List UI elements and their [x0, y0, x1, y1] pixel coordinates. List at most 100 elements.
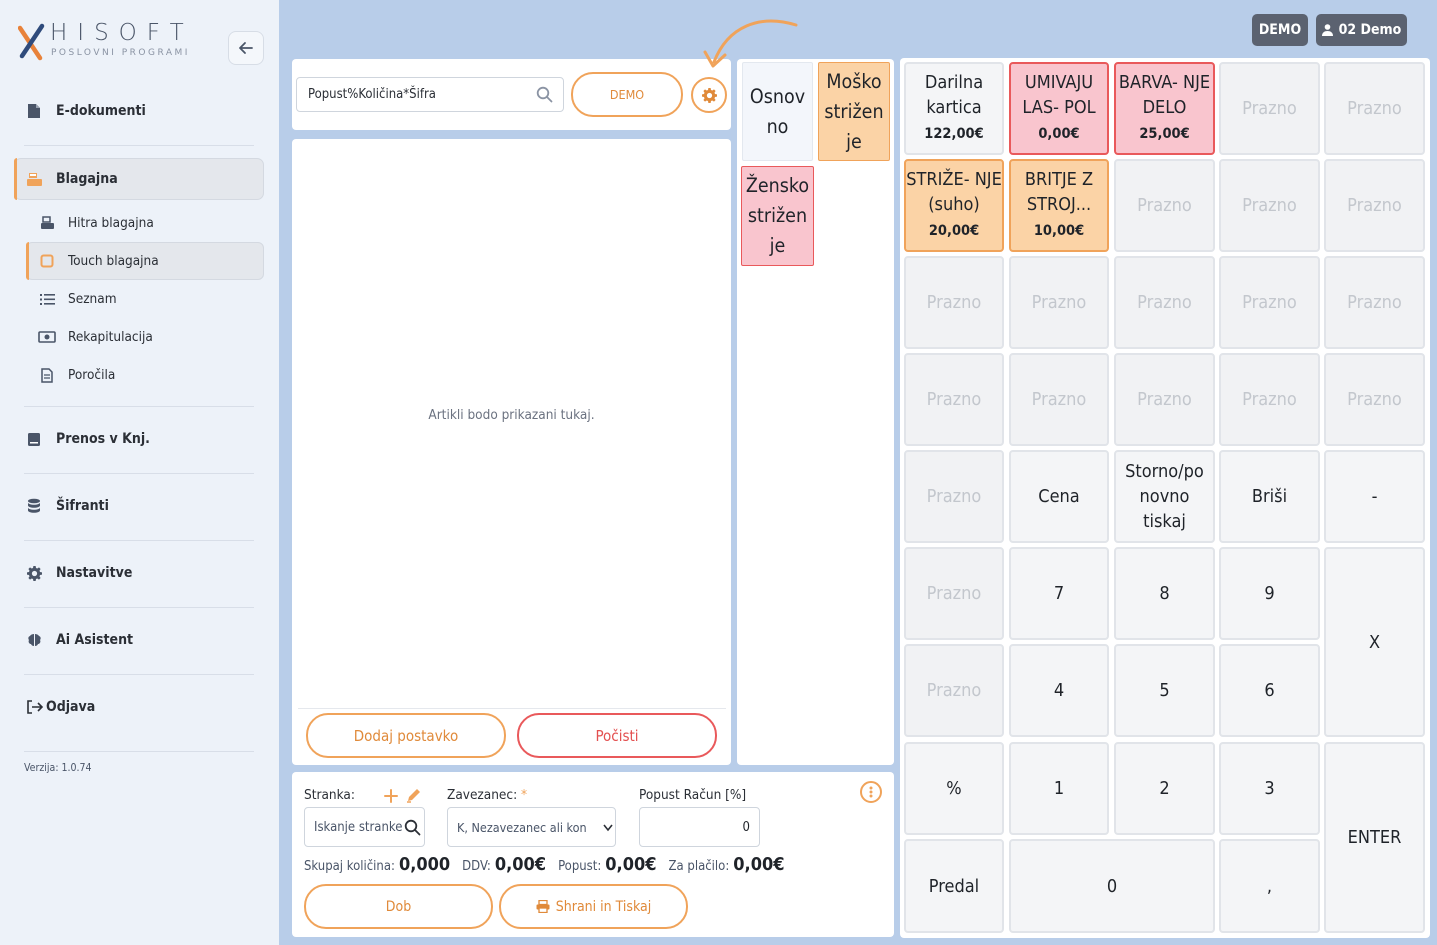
digit-0-key[interactable]: 0 [1009, 839, 1215, 933]
settings-button[interactable] [691, 77, 727, 113]
comma-key[interactable]: , [1219, 839, 1320, 933]
user-icon [1321, 24, 1333, 36]
taxpayer-value: K, Nezavezanec ali kon [457, 819, 587, 835]
category-zensko-strizenje[interactable]: Žensko strižen je [741, 166, 814, 266]
user-label: 02 Demo [1338, 22, 1402, 38]
product-barvanje-delo[interactable]: BARVA- NJE DELO 25,00€ [1114, 62, 1215, 155]
storno-label: Storno/po novno tiskaj [1125, 461, 1204, 532]
digit-1-key[interactable]: 1 [1009, 742, 1109, 835]
subitem-label: Seznam [68, 291, 117, 307]
digit-7-key[interactable]: 7 [1009, 547, 1109, 640]
category-osnovno[interactable]: Osnov no [742, 62, 813, 161]
collapse-sidebar-button[interactable] [228, 31, 264, 65]
discount-label: Popust Račun [%] [639, 787, 747, 803]
user-badge[interactable]: 02 Demo [1316, 14, 1407, 46]
empty-slot[interactable]: Prazno [1114, 256, 1215, 349]
digit-5-key[interactable]: 5 [1114, 644, 1215, 737]
product-strizenje-suho[interactable]: STRIŽE- NJE (suho) 20,00€ [904, 159, 1004, 252]
empty-slot[interactable]: Prazno [1324, 62, 1425, 155]
empty-slot-label: Prazno [1031, 292, 1087, 313]
demo-button[interactable]: DEMO [571, 72, 683, 117]
discount-total-label: Popust: [558, 859, 602, 874]
enter-key[interactable]: ENTER [1324, 742, 1425, 933]
document-icon [24, 103, 44, 119]
sidebar-subitem-hitra-blagajna[interactable]: Hitra blagajna [38, 208, 154, 238]
sidebar-item-odjava[interactable]: Odjava [24, 689, 95, 725]
cash-drawer-button[interactable]: Predal [904, 839, 1004, 933]
empty-slot[interactable]: Prazno [1324, 353, 1425, 446]
company-badge[interactable]: DEMO [1252, 14, 1308, 46]
product-price: 10,00€ [1033, 223, 1085, 239]
sidebar-item-label: Šifranti [56, 498, 109, 514]
empty-slot[interactable]: Prazno [904, 547, 1004, 640]
save-print-button[interactable]: Shrani in Tiskaj [499, 884, 688, 929]
minus-label: - [1371, 486, 1378, 507]
category-mosko-strizenje[interactable]: Moško strižen je [818, 62, 890, 161]
add-item-button[interactable]: Dodaj postavko [306, 713, 506, 758]
empty-slot[interactable]: Prazno [1219, 256, 1320, 349]
digit-label: 5 [1159, 680, 1170, 701]
price-button[interactable]: Cena [1009, 450, 1109, 543]
empty-slot[interactable]: Prazno [1114, 159, 1215, 252]
empty-slot[interactable]: Prazno [904, 256, 1004, 349]
multiply-key[interactable]: X [1324, 547, 1425, 737]
empty-slot[interactable]: Prazno [1114, 353, 1215, 446]
sidebar-item-prenos[interactable]: Prenos v Knj. [24, 421, 150, 457]
sidebar-item-nastavitve[interactable]: Nastavitve [24, 555, 132, 591]
digit-label: 6 [1264, 680, 1275, 701]
empty-slot[interactable]: Prazno [904, 644, 1004, 737]
discount-total-value: 0,00€ [605, 854, 657, 875]
digit-2-key[interactable]: 2 [1114, 742, 1215, 835]
digit-9-key[interactable]: 9 [1219, 547, 1320, 640]
delete-button[interactable]: Briši [1219, 450, 1320, 543]
empty-slot[interactable]: Prazno [1009, 256, 1109, 349]
add-customer-icon[interactable] [384, 789, 398, 803]
sidebar-subitem-rekapitulacija[interactable]: Rekapitulacija [38, 322, 153, 352]
discount-input[interactable]: 0 [639, 807, 760, 847]
sidebar-item-ai-asistent[interactable]: Ai Asistent [24, 622, 133, 658]
sidebar-subitem-porocila[interactable]: Poročila [38, 360, 115, 390]
product-umivanje-las[interactable]: UMIVAJU LAS- POL 0,00€ [1009, 62, 1109, 155]
empty-slot[interactable]: Prazno [1009, 353, 1109, 446]
list-icon [38, 293, 56, 306]
percent-key[interactable]: % [904, 742, 1004, 835]
empty-slot[interactable]: Prazno [1324, 159, 1425, 252]
empty-slot-label: Prazno [1242, 195, 1297, 216]
subitem-label: Rekapitulacija [68, 329, 153, 345]
edit-customer-icon[interactable] [405, 787, 422, 804]
product-darilna-kartica[interactable]: Darilna kartica 122,00€ [904, 62, 1004, 155]
empty-slot[interactable]: Prazno [1219, 62, 1320, 155]
customer-search-input[interactable]: Iskanje stranke [304, 807, 425, 847]
article-search-input[interactable]: Popust%Količina*Šifra [296, 77, 564, 112]
dob-button[interactable]: Dob [304, 884, 493, 929]
chevron-down-icon [603, 824, 613, 832]
taxpayer-select[interactable]: K, Nezavezanec ali kon [447, 807, 616, 847]
more-options-button[interactable] [860, 781, 882, 803]
sidebar-item-e-dokumenti[interactable]: E-dokumenti [24, 93, 146, 129]
sidebar-item-blagajna[interactable]: Blagajna [24, 161, 118, 197]
comma-label: , [1266, 875, 1273, 897]
clear-button[interactable]: Počisti [517, 713, 717, 758]
digit-4-key[interactable]: 4 [1009, 644, 1109, 737]
digit-label: 2 [1159, 778, 1170, 799]
sidebar-subitem-seznam[interactable]: Seznam [38, 284, 117, 314]
price-button-label: Cena [1038, 486, 1080, 507]
digit-label: 1 [1053, 778, 1065, 799]
product-britje-z-strojem[interactable]: BRITJE Z STROJ... 10,00€ [1009, 159, 1109, 252]
sidebar-subitem-touch-blagajna[interactable]: Touch blagajna [38, 246, 159, 276]
digit-3-key[interactable]: 3 [1219, 742, 1320, 835]
add-item-label: Dodaj postavko [353, 726, 459, 745]
sidebar-item-sifranti[interactable]: Šifranti [24, 488, 109, 524]
empty-slot[interactable]: Prazno [1219, 159, 1320, 252]
storno-reprint-button[interactable]: Storno/po novno tiskaj [1114, 450, 1215, 543]
empty-slot[interactable]: Prazno [904, 450, 1004, 543]
empty-slot[interactable]: Prazno [1324, 256, 1425, 349]
digit-6-key[interactable]: 6 [1219, 644, 1320, 737]
sidebar-item-label: E-dokumenti [56, 103, 146, 119]
demo-label: DEMO [609, 87, 645, 102]
product-price: 122,00€ [924, 126, 984, 142]
digit-8-key[interactable]: 8 [1114, 547, 1215, 640]
empty-slot[interactable]: Prazno [1219, 353, 1320, 446]
empty-slot[interactable]: Prazno [904, 353, 1004, 446]
minus-key[interactable]: - [1324, 450, 1425, 543]
